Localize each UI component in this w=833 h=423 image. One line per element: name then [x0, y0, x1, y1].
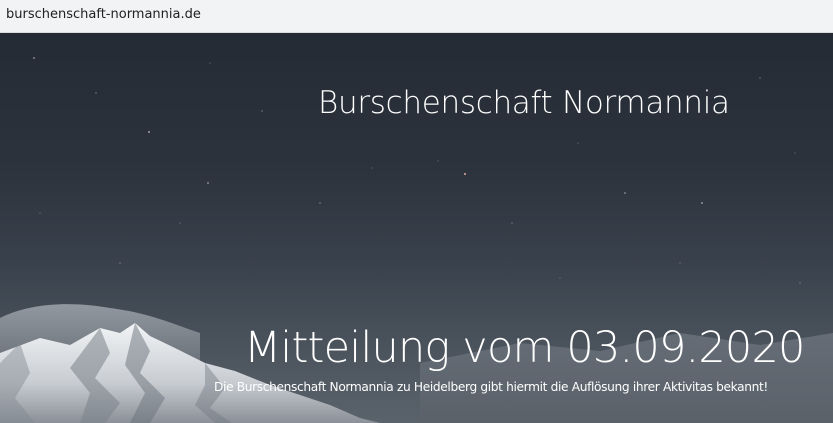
browser-address-bar[interactable]: burschenschaft-normannia.de: [0, 0, 833, 33]
announcement-text: Die Burschenschaft Normannia zu Heidelbe…: [214, 380, 768, 394]
url-text[interactable]: burschenschaft-normannia.de: [6, 7, 201, 22]
site-title: Burschenschaft Normannia: [318, 85, 730, 121]
announcement-title: Mitteilung vom 03.09.2020: [244, 323, 805, 373]
hero-section: Burschenschaft Normannia Mitteilung vom …: [0, 33, 833, 423]
